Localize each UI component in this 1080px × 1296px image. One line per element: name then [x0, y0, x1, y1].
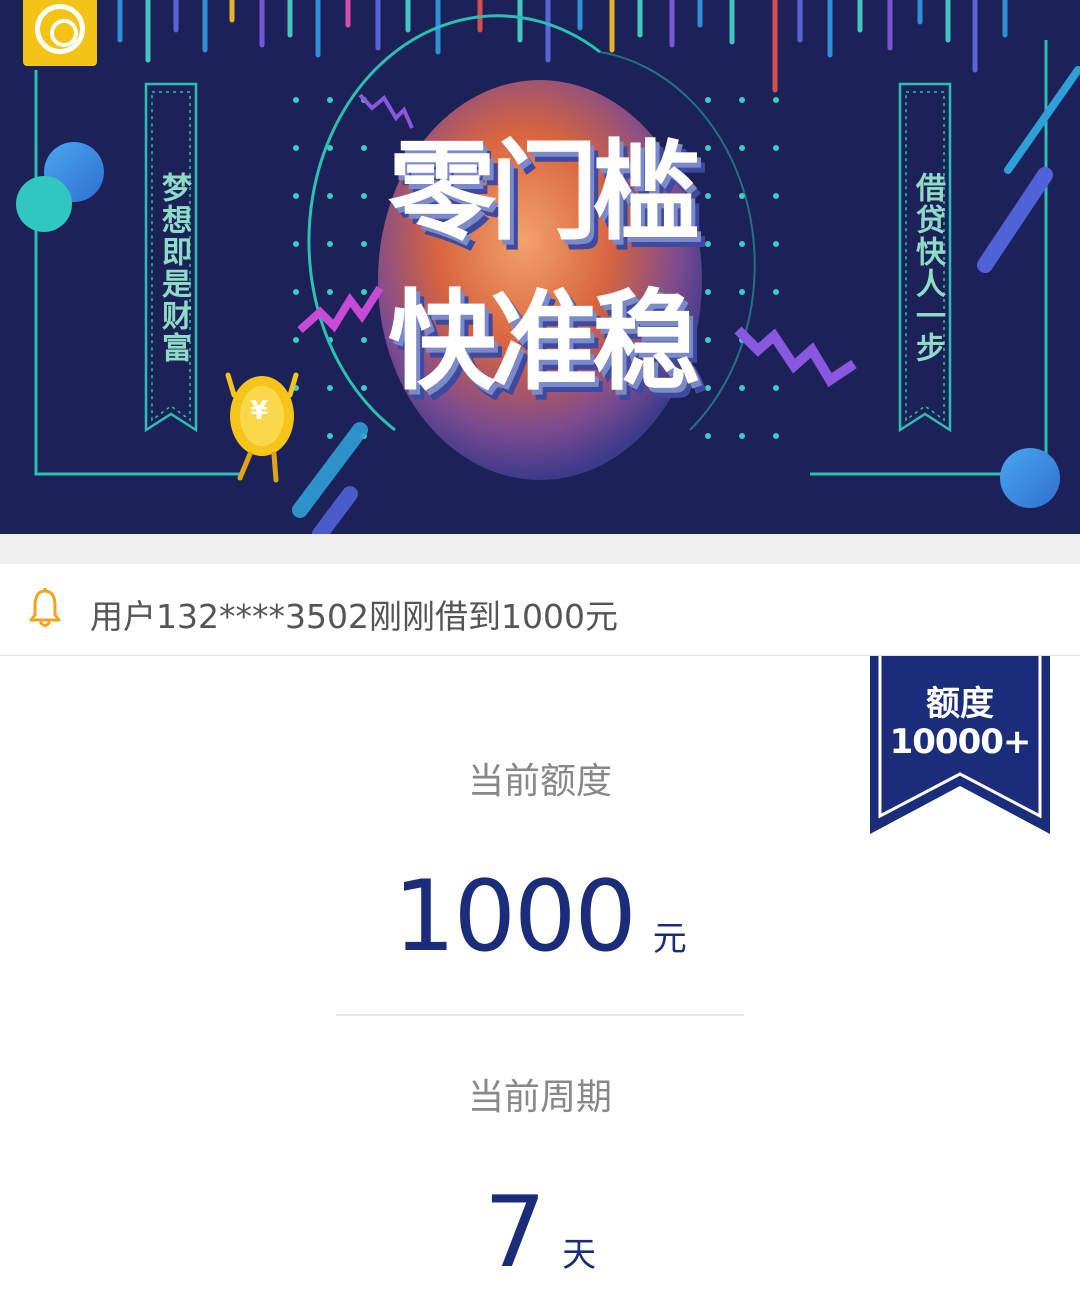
banner-headline-line2: 快准稳 [387, 280, 700, 405]
banner-slogan-right: 借贷快人一步 [910, 172, 945, 364]
current-period-amount: 7天 [0, 1176, 1080, 1290]
quota-value: 1000 [393, 860, 636, 974]
quota-unit: 元 [652, 919, 687, 959]
app-logo-icon [23, 0, 97, 66]
promo-banner[interactable]: 梦想即是财富 借贷快人一步 零门槛 快准稳 ¥ [0, 0, 1080, 534]
period-value: 7 [483, 1176, 546, 1290]
loan-notice-bar: 用户132****3502刚刚借到1000元 [0, 564, 1080, 656]
bell-icon [29, 588, 61, 627]
section-divider [336, 1014, 744, 1016]
coin-yen-symbol: ¥ [250, 396, 269, 426]
banner-headline: 零门槛 快准稳 [376, 118, 706, 418]
period-unit: 天 [562, 1235, 597, 1275]
banner-slogan-left: 梦想即是财富 [156, 172, 191, 364]
ribbon-title: 额度 [926, 684, 994, 724]
current-period-label: 当前周期 [467, 1077, 612, 1118]
current-quota-label: 当前额度 [467, 761, 612, 802]
notice-text: 用户132****3502刚刚借到1000元 [90, 597, 618, 636]
current-quota-amount: 1000 元 [0, 860, 1080, 974]
section-gap [0, 534, 1080, 564]
banner-headline-line1: 零门槛 [387, 130, 700, 255]
